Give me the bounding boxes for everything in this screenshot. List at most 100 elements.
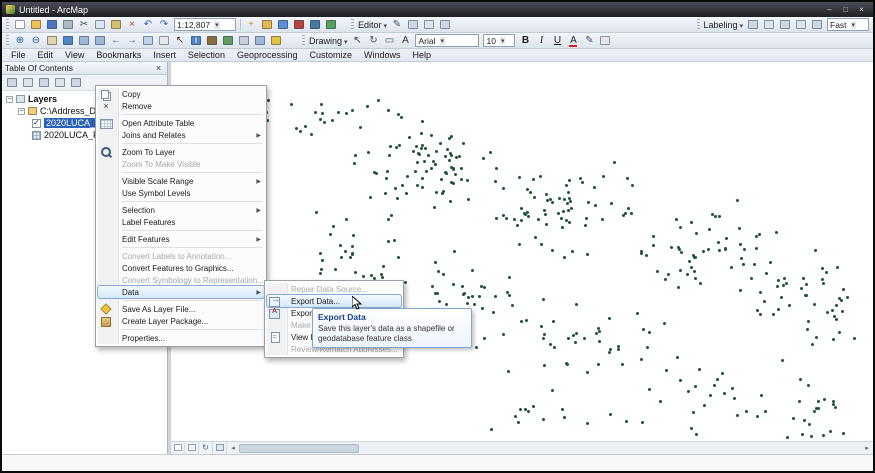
zoom-out-icon[interactable]: ⊖ — [28, 34, 44, 48]
html-popup-icon[interactable] — [268, 34, 284, 48]
toc-close-button[interactable]: × — [153, 63, 164, 73]
back-extent-icon[interactable]: ← — [108, 34, 124, 48]
fill-color-button[interactable] — [597, 34, 613, 48]
toolbar-drag-handle[interactable] — [302, 35, 305, 46]
toolbar-drag-handle[interactable] — [6, 19, 9, 30]
list-by-drawing-order-icon[interactable] — [4, 76, 20, 90]
catalog-window-icon[interactable] — [259, 18, 275, 32]
menu-item-export-data[interactable]: Export Data... ▶ — [267, 295, 401, 307]
font-name-combo[interactable]: Arial — [415, 34, 479, 47]
forward-extent-icon[interactable]: → — [124, 34, 140, 48]
edit-tool-icon[interactable]: ✎ — [389, 18, 405, 32]
select-elements-tool-icon[interactable]: ↖ — [349, 34, 365, 48]
minimize-button[interactable]: – — [822, 4, 837, 15]
toolbar-drag-handle[interactable] — [6, 35, 9, 46]
close-button[interactable]: × — [854, 4, 869, 15]
menu-item-data[interactable]: Data ▶ — [98, 286, 264, 298]
open-icon[interactable] — [28, 18, 44, 32]
fixed-zoom-in-icon[interactable] — [76, 34, 92, 48]
search-window-icon[interactable] — [275, 18, 291, 32]
menu-item-use-symbol-levels[interactable]: Use Symbol Levels ▶ — [98, 187, 264, 199]
measure-icon[interactable] — [220, 34, 236, 48]
line-color-button[interactable]: ✎ — [581, 34, 597, 48]
save-icon[interactable] — [44, 18, 60, 32]
menu-bar-item[interactable]: Help — [407, 50, 438, 60]
italic-button[interactable]: I — [533, 34, 549, 48]
label-weight-icon[interactable] — [777, 18, 793, 32]
attributes-icon[interactable] — [437, 18, 453, 32]
go-to-xy-icon[interactable] — [236, 34, 252, 48]
layout-view-button[interactable] — [185, 442, 199, 454]
underline-button[interactable]: U — [549, 34, 565, 48]
drawing-menu-button[interactable]: Drawing — [309, 36, 347, 46]
time-slider-icon[interactable] — [252, 34, 268, 48]
modelbuilder-icon[interactable] — [323, 18, 339, 32]
create-features-icon[interactable] — [405, 18, 421, 32]
collapse-icon[interactable] — [6, 96, 13, 103]
layer-checkbox[interactable] — [32, 131, 41, 140]
copy-icon[interactable] — [92, 18, 108, 32]
redo-icon[interactable]: ↷ — [156, 18, 172, 32]
menu-item-open-attribute-table[interactable]: Open Attribute Table ▶ — [98, 117, 264, 129]
menu-bar-item[interactable]: File — [5, 50, 32, 60]
scroll-left-icon[interactable]: ◂ — [227, 444, 239, 452]
add-data-icon[interactable]: + — [243, 18, 259, 32]
menu-bar-item[interactable]: Windows — [358, 50, 407, 60]
lock-labels-icon[interactable] — [793, 18, 809, 32]
toolbar-drag-handle[interactable] — [697, 19, 700, 30]
map-canvas[interactable] — [171, 62, 873, 441]
menu-item-convert-labels-to-annotation[interactable]: Convert Labels to Annotation... ▶ — [98, 250, 264, 262]
bold-button[interactable]: B — [517, 34, 533, 48]
select-features-icon[interactable] — [140, 34, 156, 48]
undo-icon[interactable]: ↶ — [140, 18, 156, 32]
menu-bar-item[interactable]: Edit — [32, 50, 60, 60]
zoom-in-icon[interactable]: ⊕ — [12, 34, 28, 48]
menu-item-joins-and-relates[interactable]: Joins and Relates ▶ — [98, 129, 264, 141]
rotate-tool-icon[interactable]: ↻ — [365, 34, 381, 48]
full-extent-icon[interactable] — [60, 34, 76, 48]
maximize-button[interactable]: □ — [838, 4, 853, 15]
new-map-icon[interactable] — [12, 18, 28, 32]
menu-item-repair-data-source[interactable]: Repair Data Source... ▶ — [267, 283, 401, 295]
editor-menu-button[interactable]: Editor — [358, 20, 387, 30]
scrollbar-thumb[interactable] — [239, 444, 359, 453]
menu-bar-item[interactable]: Insert — [147, 50, 182, 60]
menu-item-convert-features-to-graphics[interactable]: Convert Features to Graphics... ▶ — [98, 262, 264, 274]
font-size-combo[interactable]: 10 — [483, 34, 515, 47]
select-elements-icon[interactable]: ↖ — [172, 34, 188, 48]
python-window-icon[interactable] — [307, 18, 323, 32]
labeling-menu-button[interactable]: Labeling — [704, 20, 744, 30]
menu-item-create-layer-package[interactable]: Create Layer Package... ▶ — [98, 315, 264, 327]
scroll-right-icon[interactable]: ▸ — [861, 444, 873, 452]
print-icon[interactable] — [60, 18, 76, 32]
text-tool-icon[interactable]: A — [397, 34, 413, 48]
menu-bar-item[interactable]: Geoprocessing — [231, 50, 304, 60]
paste-icon[interactable] — [108, 18, 124, 32]
toc-options-icon[interactable] — [68, 76, 84, 90]
label-engine-combo[interactable]: Fast — [827, 18, 869, 31]
menu-item-zoom-to-layer[interactable]: Zoom To Layer ▶ — [98, 146, 264, 158]
menu-item-copy[interactable]: Copy ▶ — [98, 88, 264, 100]
menu-item-properties[interactable]: Properties... ▶ — [98, 332, 264, 344]
view-unplaced-labels-icon[interactable] — [809, 18, 825, 32]
list-by-visibility-icon[interactable] — [36, 76, 52, 90]
label-priority-icon[interactable] — [761, 18, 777, 32]
list-by-selection-icon[interactable] — [52, 76, 68, 90]
identify-icon[interactable]: i — [188, 34, 204, 48]
menu-item-edit-features[interactable]: Edit Features ▶ — [98, 233, 264, 245]
menu-bar-item[interactable]: Customize — [304, 50, 359, 60]
menu-bar-item[interactable]: Bookmarks — [90, 50, 147, 60]
collapse-icon[interactable] — [18, 108, 25, 115]
find-icon[interactable] — [204, 34, 220, 48]
pan-icon[interactable] — [44, 34, 60, 48]
map-scale-combo[interactable]: 1:12,807 — [174, 18, 236, 31]
list-by-source-icon[interactable] — [20, 76, 36, 90]
edit-vertices-icon[interactable] — [421, 18, 437, 32]
data-view-button[interactable] — [171, 442, 185, 454]
fixed-zoom-out-icon[interactable] — [92, 34, 108, 48]
arctoolbox-icon[interactable] — [291, 18, 307, 32]
menu-item-convert-symbology-to-representation[interactable]: Convert Symbology to Representation... ▶ — [98, 274, 264, 286]
menu-item-selection[interactable]: Selection ▶ — [98, 204, 264, 216]
toolbar-drag-handle[interactable] — [351, 19, 354, 30]
menu-item-zoom-to-make-visible[interactable]: Zoom To Make Visible ▶ — [98, 158, 264, 170]
